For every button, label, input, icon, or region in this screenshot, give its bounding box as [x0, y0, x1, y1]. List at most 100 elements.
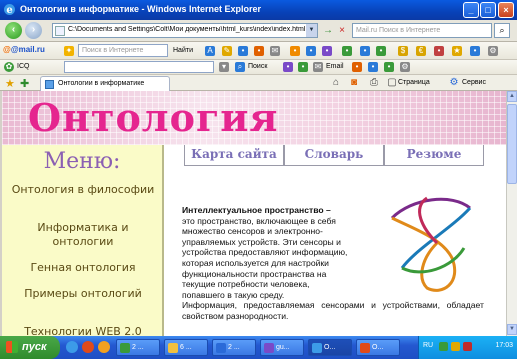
icq-email-button[interactable]: Email	[326, 63, 344, 70]
home-icon[interactable]: ⌂	[330, 77, 342, 89]
opera-quicklaunch-icon[interactable]	[82, 341, 94, 353]
euro-icon[interactable]: €	[416, 46, 426, 56]
scroll-thumb[interactable]	[507, 104, 517, 184]
internet-explorer-icon: e	[4, 4, 15, 16]
page-menu-icon[interactable]: ▢	[386, 77, 398, 89]
nav-sitemap[interactable]: Карта сайта	[184, 145, 284, 166]
content-line: функциональности пространства на	[182, 268, 327, 279]
blue-icon[interactable]: •	[238, 46, 248, 56]
feeds-icon[interactable]: ◙	[348, 77, 360, 89]
title-bar[interactable]: e Онтологии в информатике - Windows Inte…	[0, 0, 517, 20]
map-icon[interactable]: •	[342, 46, 352, 56]
star-icon[interactable]: ★	[452, 46, 462, 56]
stop-icon[interactable]: ×	[336, 25, 348, 37]
mailru-find-button[interactable]: Найти	[173, 47, 193, 54]
menu-item-web20[interactable]: Технологии WEB 2.0	[8, 325, 158, 336]
menu-item-informatics[interactable]: Информатика и онтологии	[8, 221, 158, 249]
nav-glossary[interactable]: Словарь	[284, 145, 384, 166]
tray-antivirus-icon[interactable]	[463, 342, 472, 351]
svg-text:e: e	[6, 5, 12, 16]
page-menu-button[interactable]: Страница	[398, 79, 430, 86]
mailru-logo[interactable]: @@mail.ru	[3, 45, 45, 54]
menu-item-philosophy[interactable]: Онтология в философии	[8, 183, 158, 197]
tab-active[interactable]: Онтологии в информатике	[40, 76, 170, 91]
task-button[interactable]: О...	[356, 339, 400, 356]
forward-button[interactable]: ›	[25, 22, 42, 39]
task-button[interactable]: 6 ...	[164, 339, 208, 356]
news-icon[interactable]: •	[254, 46, 264, 56]
side-menu: Меню: Онтология в философии Информатика …	[2, 145, 164, 336]
task-button[interactable]: 2 ...	[116, 339, 160, 356]
tv-icon[interactable]: •	[470, 46, 480, 56]
icq-globe-icon[interactable]: •	[283, 62, 293, 72]
tools-menu-icon[interactable]: ⚙	[448, 77, 460, 89]
media-quicklaunch-icon[interactable]	[98, 341, 110, 353]
close-button[interactable]: ×	[498, 2, 514, 18]
icq-settings-icon[interactable]: ⚙	[400, 62, 410, 72]
search-icon[interactable]: ⌕	[494, 23, 510, 38]
address-bar[interactable]: C:\Documents and Settings\Colt\Мои докум…	[52, 23, 318, 38]
page-viewport: Онтология Меню: Онтология в философии Ин…	[2, 91, 506, 336]
pencil-icon[interactable]: ✎	[222, 46, 232, 56]
mailru-search-field[interactable]: Поиск в Интернете	[78, 44, 168, 57]
task-button-active[interactable]: О...	[308, 339, 352, 356]
icq-news-icon[interactable]: •	[352, 62, 362, 72]
icq-games-icon[interactable]: •	[368, 62, 378, 72]
horoscope-icon[interactable]: •	[434, 46, 444, 56]
icq-search-field[interactable]	[64, 61, 214, 73]
ie-window: e Онтологии в информатике - Windows Inte…	[0, 0, 517, 359]
settings-icon[interactable]: ⚙	[488, 46, 498, 56]
nav-summary[interactable]: Резюме	[384, 145, 484, 166]
tools-menu-button[interactable]: Сервис	[462, 79, 486, 86]
tray-network-icon[interactable]	[439, 342, 448, 351]
tab-row: ★ ✚ Онтологии в информатике ⌂ ◙ ⎙ ▢ Стра…	[0, 75, 517, 91]
agent-icon[interactable]: •	[306, 46, 316, 56]
games-icon[interactable]: •	[290, 46, 300, 56]
icq-brand[interactable]: ICQ	[17, 63, 29, 70]
content-line: попавшего в такую среду.	[182, 289, 285, 300]
icq-music-icon[interactable]: •	[384, 62, 394, 72]
task-button[interactable]: gu...	[260, 339, 304, 356]
weather-icon[interactable]: •	[376, 46, 386, 56]
ie-quicklaunch-icon[interactable]	[66, 341, 78, 353]
content: Интеллектуальное пространство – это прос…	[182, 205, 484, 322]
back-button[interactable]: ‹	[5, 22, 22, 39]
search-box[interactable]: Mail.ru Поиск в Интернете	[352, 23, 492, 38]
scroll-up-icon[interactable]: ▲	[507, 91, 517, 102]
favorites-star-icon[interactable]: ★	[5, 77, 15, 90]
maximize-button[interactable]: □	[480, 2, 496, 18]
icq-flower-icon[interactable]: ✿	[4, 62, 14, 72]
content-line: которая используется для настройки	[182, 257, 329, 268]
icq-mail-icon[interactable]: ✉	[313, 62, 323, 72]
money-icon[interactable]: $	[398, 46, 408, 56]
scrollbar[interactable]: ▲ ▼	[506, 91, 517, 336]
icq-search-button[interactable]: Поиск	[248, 63, 267, 70]
highlight-icon[interactable]: A	[205, 46, 215, 56]
address-url[interactable]: C:\Documents and Settings\Colt\Мои докум…	[68, 26, 308, 33]
task-button[interactable]: 2 ...	[212, 339, 256, 356]
tray-volume-icon[interactable]	[451, 342, 460, 351]
clock[interactable]: 17:03	[495, 342, 513, 349]
add-favorites-icon[interactable]: ✚	[20, 77, 29, 90]
mailru-search-icon[interactable]: ✦	[64, 46, 74, 56]
minimize-button[interactable]: _	[463, 2, 479, 18]
address-dropdown-icon[interactable]: ▼	[306, 24, 317, 37]
print-icon[interactable]: ⎙	[368, 77, 380, 89]
icq-contacts-icon[interactable]: •	[298, 62, 308, 72]
icq-toolbar: ✿ ICQ ▾ ⌕ Поиск • • ✉ Email • • • ⚙	[0, 60, 517, 75]
video-icon[interactable]: •	[322, 46, 332, 56]
tab-page-icon	[45, 80, 54, 89]
mail-icon[interactable]: ✉	[270, 46, 280, 56]
icq-search-icon[interactable]: ⌕	[235, 62, 245, 72]
menu-title: Меню:	[43, 149, 121, 174]
search-placeholder: Mail.ru Поиск в Интернете	[356, 27, 441, 34]
go-icon[interactable]: →	[322, 25, 334, 37]
scroll-down-icon[interactable]: ▼	[507, 324, 517, 335]
menu-item-examples[interactable]: Примеры онтологий	[8, 287, 158, 301]
tab-label: Онтологии в информатике	[58, 80, 145, 87]
start-button[interactable]: пуск	[0, 336, 60, 359]
menu-item-gene-ontology[interactable]: Генная онтология	[8, 261, 158, 275]
language-indicator[interactable]: RU	[423, 342, 433, 349]
icq-dropdown-icon[interactable]: ▾	[219, 62, 229, 72]
photo-icon[interactable]: •	[360, 46, 370, 56]
